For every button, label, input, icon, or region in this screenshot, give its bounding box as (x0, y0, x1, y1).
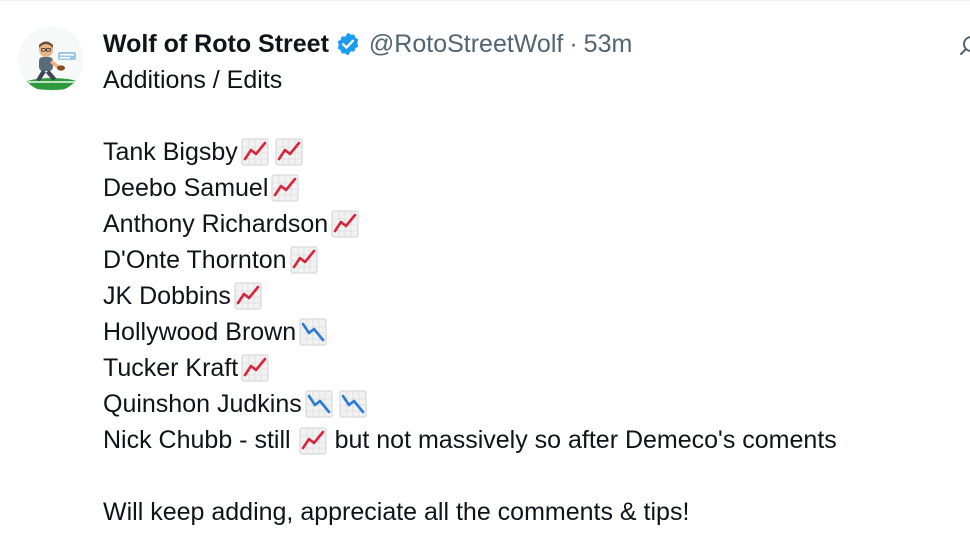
author-handle[interactable]: @RotoStreetWolf (369, 26, 563, 62)
chart-increasing-icon (299, 427, 327, 455)
chart-decreasing-icon (339, 390, 367, 418)
player-name: Hollywood Brown (103, 318, 297, 346)
player-name: Tucker Kraft (103, 354, 239, 382)
tweet-header: Wolf of Roto Street @RotoStreetWolf · 53… (103, 26, 953, 62)
closing-line: Will keep adding, appreciate all the com… (103, 498, 690, 526)
player-entry: Deebo Samuel (103, 170, 953, 206)
chart-decreasing-icon (299, 318, 327, 346)
chart-increasing-icon (271, 174, 299, 202)
chart-decreasing-icon (305, 390, 333, 418)
tweet-timestamp[interactable]: 53m (584, 26, 633, 62)
separator-dot: · (569, 30, 578, 58)
chart-increasing-icon (275, 138, 303, 166)
player-name: Tank Bigsby (103, 138, 238, 166)
author-display-name[interactable]: Wolf of Roto Street (103, 26, 329, 62)
avatar-illustration (18, 26, 84, 92)
tweet-text: Additions / Edits Tank Bigsby Deebo Samue… (103, 62, 953, 530)
top-divider (0, 0, 970, 1)
chart-increasing-icon (331, 210, 359, 238)
chubb-prefix: Nick Chubb - still (103, 426, 291, 454)
player-name: Anthony Richardson (103, 210, 329, 238)
player-name: D'Onte Thornton (103, 246, 287, 274)
player-entry: Anthony Richardson (103, 206, 953, 242)
player-name: Quinshon Judkins (103, 390, 302, 418)
chubb-trend (299, 422, 327, 458)
chart-increasing-icon (290, 246, 318, 274)
player-entry: Tank Bigsby (103, 134, 953, 170)
chart-increasing-icon (234, 282, 262, 310)
chart-increasing-icon (241, 138, 269, 166)
chubb-suffix: but not massively so after Demeco's come… (334, 426, 837, 454)
player-name: Deebo Samuel (103, 174, 269, 202)
player-entry: Quinshon Judkins (103, 386, 953, 422)
author-avatar[interactable] (18, 26, 84, 92)
chart-increasing-icon (241, 354, 269, 382)
search-icon[interactable] (956, 34, 970, 60)
player-entry: Hollywood Brown (103, 314, 953, 350)
player-entry: Tucker Kraft (103, 350, 953, 386)
player-entry: D'Onte Thornton (103, 242, 953, 278)
nick-chubb-line: Nick Chubb - still but not massively so … (103, 422, 953, 458)
tweet-heading: Additions / Edits (103, 66, 283, 94)
player-entry: JK Dobbins (103, 278, 953, 314)
tweet-body: Wolf of Roto Street @RotoStreetWolf · 53… (103, 26, 953, 530)
player-name: JK Dobbins (103, 282, 231, 310)
verified-badge-icon (335, 31, 361, 57)
player-list: Tank Bigsby Deebo Samuel Anthony Richardso… (103, 134, 953, 422)
